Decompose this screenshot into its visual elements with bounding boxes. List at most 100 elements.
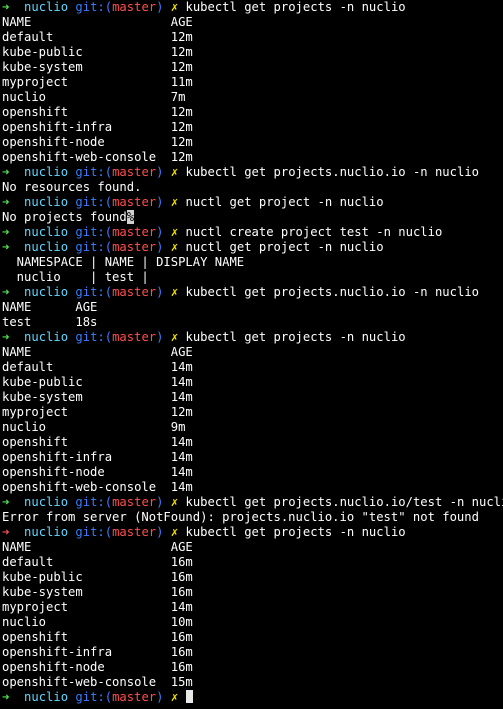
output-line: default 16m [2,555,503,570]
command-text: kubectl get projects -n nuclio [185,525,406,539]
output-text: default 12m [2,30,193,44]
prompt-branch: master [112,195,157,209]
output-text: openshift-web-console 14m [2,480,193,494]
output-text: Error from server (NotFound): projects.n… [2,510,479,524]
output-text: kube-system 14m [2,390,193,404]
prompt-line: ➜ nuclio git:(master) ✗ kubectl get proj… [2,495,503,510]
prompt-directory: nuclio [24,240,69,254]
output-text: default 16m [2,555,193,569]
output-line: openshift-web-console 12m [2,150,503,165]
prompt-git-close: ) [156,330,164,344]
prompt-dirty-icon: ✗ [170,240,179,254]
output-text: myproject 11m [2,75,193,89]
command-text: nuctl create project test -n nuclio [185,225,443,239]
prompt-git-close: ) [156,195,164,209]
prompt-git-close: ) [156,0,164,14]
output-text: kube-public 16m [2,570,193,584]
text-cursor[interactable] [185,690,193,703]
prompt-branch: master [112,525,157,539]
output-text: kube-public 14m [2,375,193,389]
output-line: openshift 14m [2,435,503,450]
prompt-directory: nuclio [24,285,69,299]
prompt-dirty-icon: ✗ [170,225,179,239]
output-line: openshift-infra 12m [2,120,503,135]
prompt-line: ➜ nuclio git:(master) ✗ nuctl create pro… [2,225,503,240]
command-text: nuctl get project -n nuclio [185,240,384,254]
output-line: openshift-web-console 14m [2,480,503,495]
output-line: default 14m [2,360,503,375]
output-line: kube-system 12m [2,60,503,75]
prompt-directory: nuclio [24,525,69,539]
prompt-branch: master [112,0,157,14]
prompt-arrow-icon: ➜ [2,285,10,299]
command-text: nuctl get project -n nuclio [185,195,384,209]
output-text: NAME AGE [2,540,193,554]
output-text: NAME AGE [2,345,193,359]
output-line: kube-public 12m [2,45,503,60]
output-line: openshift 12m [2,105,503,120]
prompt-directory: nuclio [24,225,69,239]
prompt-line: ➜ nuclio git:(master) ✗ nuctl get projec… [2,240,503,255]
output-text: myproject 12m [2,405,193,419]
output-text: No projects found [2,210,127,224]
prompt-git-label: git:( [75,240,113,254]
output-text: nuclio | test | [2,270,149,284]
prompt-git-close: ) [156,690,164,704]
prompt-dirty-icon: ✗ [170,195,179,209]
prompt-git-label: git:( [75,330,113,344]
output-line: openshift-infra 14m [2,450,503,465]
prompt-line: ➜ nuclio git:(master) ✗ nuctl get projec… [2,195,503,210]
prompt-git-close: ) [156,525,164,539]
output-line: openshift-node 14m [2,465,503,480]
output-text: openshift-infra 12m [2,120,193,134]
output-text: openshift-infra 16m [2,645,193,659]
output-text: default 14m [2,360,193,374]
prompt-arrow-icon: ➜ [2,195,10,209]
output-line: myproject 14m [2,600,503,615]
prompt-line: ➜ nuclio git:(master) ✗ kubectl get proj… [2,525,503,540]
output-text: NAME AGE [2,300,98,314]
output-text: test 18s [2,315,98,329]
output-text: kube-system 12m [2,60,193,74]
output-line: NAME AGE [2,300,503,315]
prompt-arrow-icon: ➜ [2,525,10,539]
output-line: NAME AGE [2,15,503,30]
output-text: openshift-web-console 12m [2,150,193,164]
prompt-branch: master [112,240,157,254]
terminal-window[interactable]: ➜ nuclio git:(master) ✗ kubectl get proj… [0,0,503,709]
prompt-dirty-icon: ✗ [170,0,179,14]
output-line: Error from server (NotFound): projects.n… [2,510,503,525]
prompt-line: ➜ nuclio git:(master) ✗ kubectl get proj… [2,0,503,15]
output-text: openshift-node 12m [2,135,193,149]
prompt-dirty-icon: ✗ [170,165,179,179]
prompt-directory: nuclio [24,495,69,509]
prompt-git-label: git:( [75,690,113,704]
prompt-line: ➜ nuclio git:(master) ✗ kubectl get proj… [2,330,503,345]
output-line: No projects found% [2,210,503,225]
prompt-directory: nuclio [24,330,69,344]
output-line: NAMESPACE | NAME | DISPLAY NAME [2,255,503,270]
output-text: openshift 16m [2,630,193,644]
prompt-directory: nuclio [24,0,69,14]
output-text: nuclio 7m [2,90,186,104]
prompt-branch: master [112,330,157,344]
output-text: nuclio 10m [2,615,193,629]
output-text: openshift 14m [2,435,193,449]
prompt-git-close: ) [156,225,164,239]
output-line: test 18s [2,315,503,330]
output-line: nuclio | test | [2,270,503,285]
output-line: openshift-web-console 15m [2,675,503,690]
output-line: nuclio 7m [2,90,503,105]
prompt-line: ➜ nuclio git:(master) ✗ kubectl get proj… [2,165,503,180]
output-line: nuclio 10m [2,615,503,630]
prompt-arrow-icon: ➜ [2,330,10,344]
prompt-git-label: git:( [75,495,113,509]
active-prompt-line[interactable]: ➜ nuclio git:(master) ✗ [2,690,503,705]
output-line: openshift-node 16m [2,660,503,675]
prompt-directory: nuclio [24,690,69,704]
prompt-git-label: git:( [75,195,113,209]
command-text: kubectl get projects -n nuclio [185,0,406,14]
prompt-branch: master [112,495,157,509]
output-line: NAME AGE [2,540,503,555]
prompt-branch: master [112,225,157,239]
